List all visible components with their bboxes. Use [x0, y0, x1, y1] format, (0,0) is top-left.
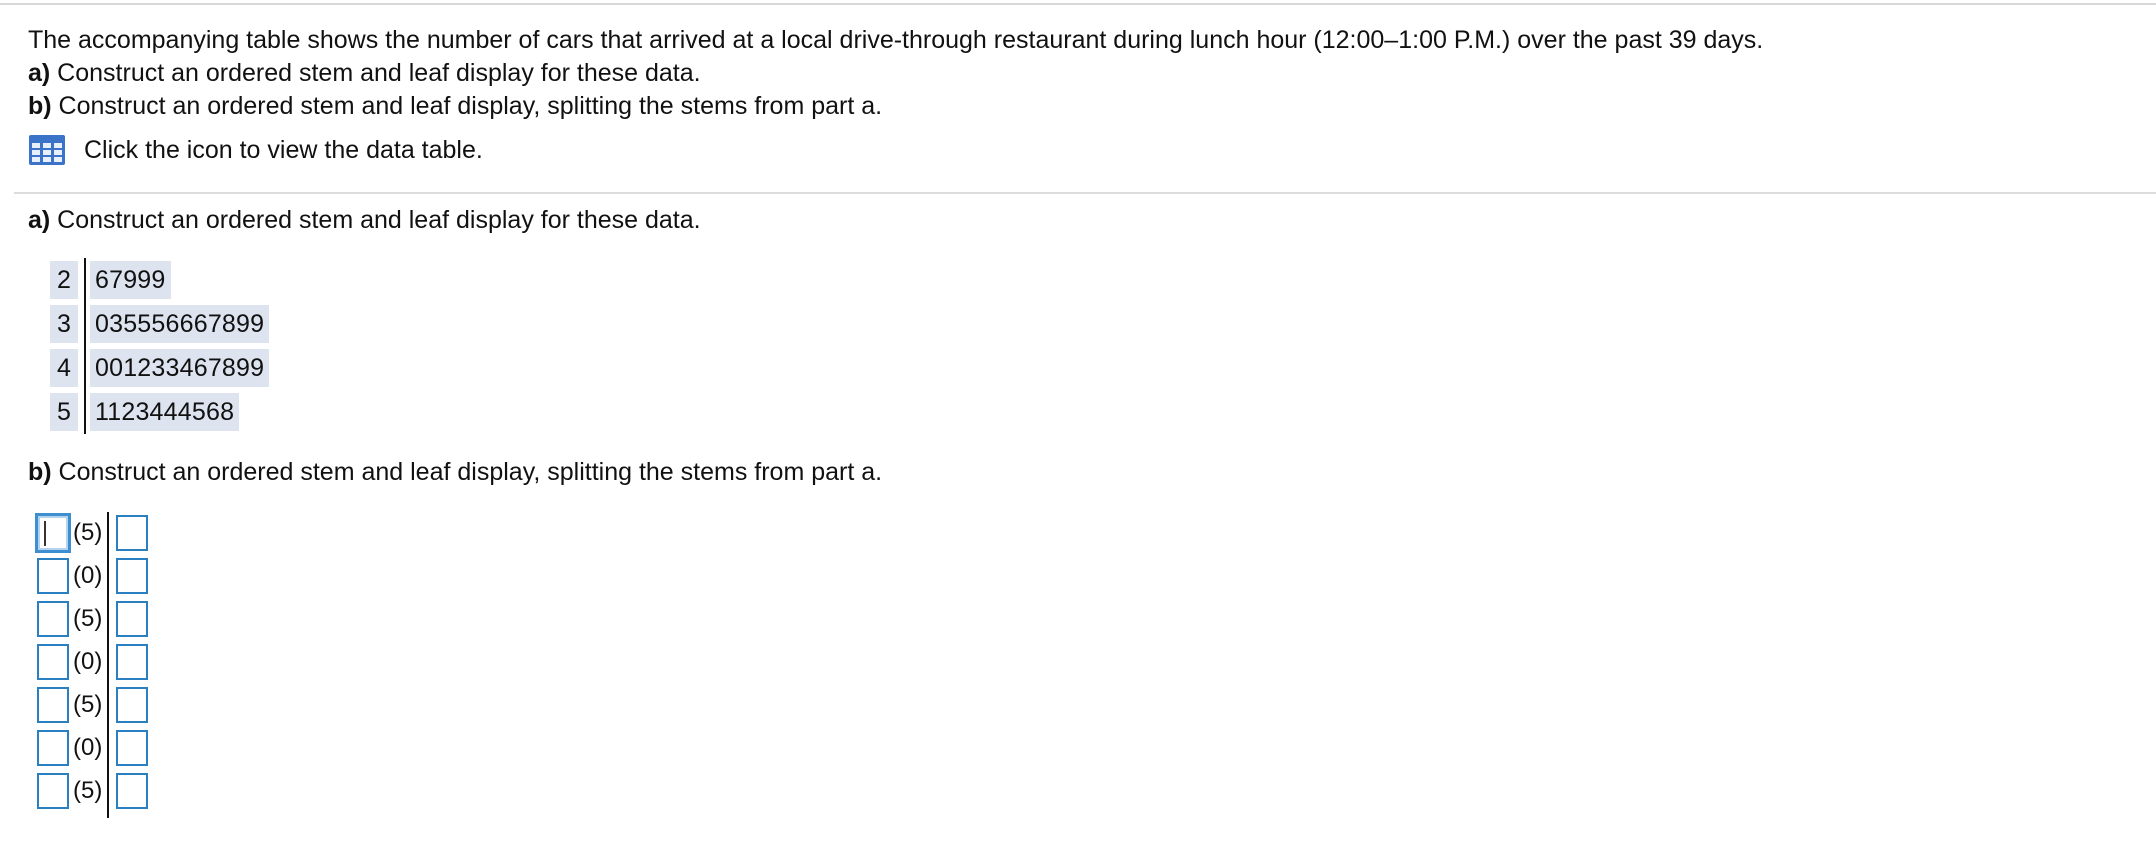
- question-part-b: b) Construct an ordered stem and leaf di…: [28, 90, 2128, 123]
- leaf-input-field[interactable]: [116, 687, 148, 723]
- stem-leaf-row: 3 035556667899: [50, 302, 270, 346]
- stem-leaf-row: 2 67999: [50, 258, 269, 302]
- leaf-values: 1123444568: [90, 393, 240, 431]
- split-indicator: (5): [73, 691, 103, 718]
- part-b-heading-text: Construct an ordered stem and leaf displ…: [51, 458, 883, 486]
- section-divider: [14, 192, 2156, 194]
- leaf-input-field[interactable]: [116, 558, 148, 594]
- stem-input-field[interactable]: [35, 513, 71, 553]
- stem-value: 4: [50, 349, 78, 387]
- text-caret: [44, 521, 46, 546]
- stem-leaf-display-a: 2 67999 3 035556667899 4 001233467899 5 …: [50, 258, 270, 434]
- leaf-values: 001233467899: [90, 349, 270, 387]
- stem-input-field[interactable]: [37, 730, 69, 766]
- question-part-a: a) Construct an ordered stem and leaf di…: [28, 57, 2128, 90]
- stem-input-field[interactable]: [37, 644, 69, 680]
- split-indicator: (0): [73, 648, 103, 675]
- stem-leaf-row: 4 001233467899: [50, 346, 270, 390]
- table-grid-icon[interactable]: [28, 134, 66, 166]
- split-indicator: (0): [73, 734, 103, 761]
- split-indicator: (5): [73, 605, 103, 632]
- question-prompt: The accompanying table shows the number …: [28, 24, 2128, 167]
- data-table-link-text[interactable]: Click the icon to view the data table.: [84, 133, 483, 167]
- stem-input-field[interactable]: [37, 558, 69, 594]
- part-a-label: a): [28, 59, 51, 87]
- leaf-input-field[interactable]: [116, 730, 148, 766]
- leaf-values: 035556667899: [90, 305, 270, 343]
- stem-input-field[interactable]: [37, 687, 69, 723]
- split-indicator: (5): [73, 777, 103, 804]
- part-b-label: b): [28, 92, 52, 120]
- split-indicator: (5): [73, 519, 103, 546]
- leaf-values: 67999: [90, 261, 171, 299]
- stem-input-field[interactable]: [37, 601, 69, 637]
- question-intro: The accompanying table shows the number …: [28, 26, 1764, 54]
- leaf-input-field[interactable]: [116, 644, 148, 680]
- part-b-instruction: Construct an ordered stem and leaf displ…: [51, 92, 883, 120]
- part-b-heading: b) Construct an ordered stem and leaf di…: [28, 456, 882, 489]
- leaf-input-field[interactable]: [116, 601, 148, 637]
- part-a-heading-text: Construct an ordered stem and leaf displ…: [50, 206, 701, 234]
- top-divider: [0, 3, 2156, 5]
- part-a-heading-label: a): [28, 206, 51, 234]
- leaf-input-field[interactable]: [116, 773, 148, 809]
- stem-input-field[interactable]: [37, 773, 69, 809]
- stem-value: 2: [50, 261, 78, 299]
- part-a-heading: a) Construct an ordered stem and leaf di…: [28, 204, 701, 237]
- leaf-input-field[interactable]: [116, 515, 148, 551]
- data-table-link[interactable]: Click the icon to view the data table.: [28, 133, 2128, 167]
- part-b-heading-label: b): [28, 458, 52, 486]
- split-indicator: (0): [73, 562, 103, 589]
- stem-leaf-row: 5 1123444568: [50, 390, 269, 434]
- split-stem-leaf-divider: [107, 512, 109, 818]
- part-a-instruction: Construct an ordered stem and leaf displ…: [50, 59, 701, 87]
- stem-value: 5: [50, 393, 78, 431]
- stem-value: 3: [50, 305, 78, 343]
